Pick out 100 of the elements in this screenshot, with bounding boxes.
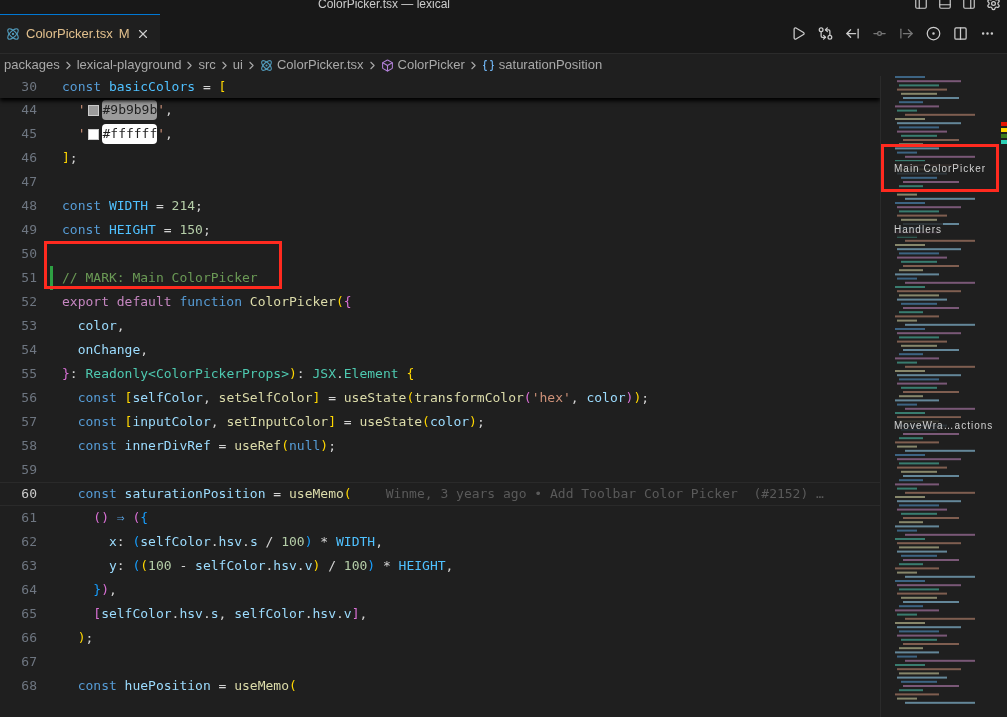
code-token: < [148,365,156,384]
code-token: . [210,533,219,552]
code-token: . [242,533,250,552]
line-number: 57 [20,413,37,432]
code-token: ColorPickerProps [155,365,282,384]
code-token: : [116,557,126,576]
compare-icon[interactable] [818,26,833,41]
code-token: onChange [76,341,141,360]
code-token: : [296,365,306,384]
next-change-icon[interactable] [899,26,914,41]
panel-bottom-icon[interactable] [938,0,952,10]
editor-tab[interactable]: ColorPicker.tsx M [0,14,160,53]
code-token: null [289,437,321,456]
code-token: , [140,341,149,360]
code-token: HEIGHT [107,221,156,240]
code-token: hsv [179,605,203,624]
code-token: hsv [312,605,336,624]
window-title: ColorPicker.tsx — lexical [318,0,451,13]
code-token: function [178,293,243,312]
code-token: selfColor [195,557,266,576]
code-token: = [162,221,173,240]
code-token: { [405,365,415,384]
code-token: [ [123,389,133,408]
color-swatch[interactable] [88,128,100,140]
line-number: 63 [20,557,37,576]
code-token: ( [289,677,297,696]
code-token: , [116,317,125,336]
scroll-marker [1001,122,1007,126]
scroll-marker [1001,134,1007,138]
previous-change-icon[interactable] [845,26,860,41]
code-token: color [429,413,470,432]
line-number: 62 [20,533,37,552]
code-token: ( [132,509,141,528]
code-token: , [108,581,117,600]
code-token: [ [92,605,102,624]
code-token: ' [157,101,166,120]
color-swatch[interactable] [88,104,100,116]
code-token: saturationPosition [123,485,266,504]
code-token: ; [202,221,211,240]
breadcrumb-item[interactable]: saturationPosition [498,55,603,75]
code-token: / [327,557,337,576]
panel-left-icon[interactable] [914,0,928,10]
line-number: 60 [20,485,37,504]
line-number: 64 [20,581,37,600]
code-token: ( [343,485,352,504]
code-token: ) [625,389,634,408]
run-icon[interactable] [791,26,806,41]
code-token: selfColor [101,605,172,624]
code-token: = [272,485,283,504]
minimap-section-label: MoveWra…actions [893,417,995,433]
scroll-marker [1001,140,1007,144]
code-token: ] [351,605,360,624]
line-number: 49 [20,221,37,240]
code-token: ; [641,389,650,408]
code-token: Element [343,365,399,384]
panel-right-icon[interactable] [962,0,976,10]
breadcrumb-item[interactable]: ui [232,55,243,75]
code-token: [ [218,78,227,97]
code-token: ] [328,413,336,432]
code-token: ( [523,389,532,408]
split-editor-icon[interactable] [953,26,968,41]
code-token: , [210,413,220,432]
code-token: selfColor [140,533,211,552]
code-token: ( [422,413,430,432]
code-token: } [62,365,70,384]
code-token: , [165,125,173,144]
breadcrumb-item[interactable]: ColorPicker.tsx [276,55,364,75]
code-token: huePosition [123,677,211,696]
code-token: useRef [234,437,282,456]
code-token: 150 [179,221,203,240]
code-token: . [304,605,313,624]
code-token: . [335,365,344,384]
code-token: = [201,78,212,97]
code-token: const [76,413,117,432]
code-token: useMemo [289,485,344,504]
settings-icon[interactable] [986,0,1001,11]
code-token: ( [406,389,415,408]
code-token: - [178,557,189,576]
code-token: ' [76,125,86,144]
line-number: 66 [20,629,37,648]
code-token: inputColor [132,413,211,432]
breadcrumb-item[interactable]: ColorPicker [397,55,465,75]
code-token: transformColor [414,389,524,408]
code-token: ; [328,437,336,456]
code-token: : [69,365,79,384]
code-token: ( [281,437,289,456]
code-token: ⇒ [115,509,126,528]
blame-annotation: Winme, 3 years ago • Add Toolbar Color Picker (#2152) … [385,485,824,504]
code-token: . [336,605,344,624]
breadcrumb-item[interactable]: src [198,55,216,75]
code-token: innerDivRef [123,437,211,456]
breadcrumb-item[interactable]: packages [4,55,60,75]
timeline-icon[interactable] [926,26,941,41]
variable-icon [481,58,495,72]
code-token: 'hex' [531,389,571,408]
scroll-marker [1001,128,1007,132]
code-token: , [375,533,383,552]
breadcrumb-item[interactable]: lexical-playground [76,55,182,75]
code-token: { [343,293,352,312]
line-number: 65 [20,605,37,624]
